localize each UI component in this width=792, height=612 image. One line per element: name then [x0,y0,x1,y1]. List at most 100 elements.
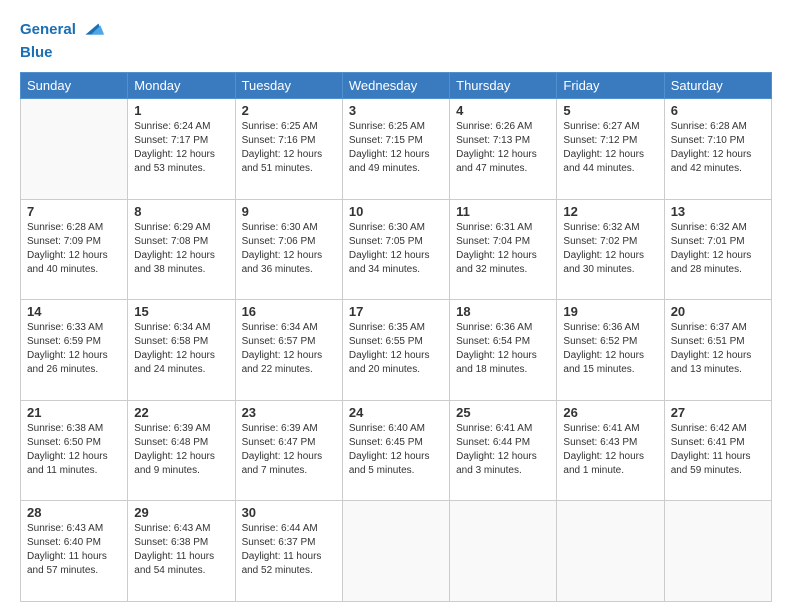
day-number: 22 [134,405,228,420]
day-info: Sunrise: 6:25 AM Sunset: 7:15 PM Dayligh… [349,120,443,176]
day-number: 25 [456,405,550,420]
day-info: Sunrise: 6:40 AM Sunset: 6:45 PM Dayligh… [349,422,443,478]
day-number: 16 [242,304,336,319]
day-number: 7 [27,204,121,219]
weekday-header-saturday: Saturday [664,73,771,99]
weekday-header-monday: Monday [128,73,235,99]
day-info: Sunrise: 6:32 AM Sunset: 7:02 PM Dayligh… [563,221,657,277]
day-number: 9 [242,204,336,219]
day-number: 18 [456,304,550,319]
calendar-cell: 22 Sunrise: 6:39 AM Sunset: 6:48 PM Dayli… [128,400,235,501]
calendar-cell: 2Sunrise: 6:25 AM Sunset: 7:16 PM Daylig… [235,99,342,200]
calendar-cell: 12 Sunrise: 6:32 AM Sunset: 7:02 PM Dayli… [557,199,664,300]
calendar-cell: 25 Sunrise: 6:41 AM Sunset: 6:44 PM Dayli… [450,400,557,501]
day-number: 6 [671,103,765,118]
day-info: Sunrise: 6:26 AM Sunset: 7:13 PM Dayligh… [456,120,550,176]
day-number: 20 [671,304,765,319]
day-number: 17 [349,304,443,319]
day-number: 23 [242,405,336,420]
day-number: 11 [456,204,550,219]
day-info: Sunrise: 6:43 AM Sunset: 6:38 PM Dayligh… [134,522,228,578]
day-info: Sunrise: 6:36 AM Sunset: 6:54 PM Dayligh… [456,321,550,377]
calendar-week-row: 28 Sunrise: 6:43 AM Sunset: 6:40 PM Dayli… [21,501,772,602]
logo-icon [78,16,106,44]
day-info: Sunrise: 6:37 AM Sunset: 6:51 PM Dayligh… [671,321,765,377]
day-number: 15 [134,304,228,319]
day-info: Sunrise: 6:33 AM Sunset: 6:59 PM Dayligh… [27,321,121,377]
weekday-header-thursday: Thursday [450,73,557,99]
calendar-cell: 19 Sunrise: 6:36 AM Sunset: 6:52 PM Dayli… [557,300,664,401]
day-info: Sunrise: 6:27 AM Sunset: 7:12 PM Dayligh… [563,120,657,176]
calendar-cell [450,501,557,602]
day-number: 5 [563,103,657,118]
calendar-cell: 15 Sunrise: 6:34 AM Sunset: 6:58 PM Dayli… [128,300,235,401]
day-number: 26 [563,405,657,420]
day-info: Sunrise: 6:28 AM Sunset: 7:09 PM Dayligh… [27,221,121,277]
calendar-cell: 21Sunrise: 6:38 AM Sunset: 6:50 PM Dayli… [21,400,128,501]
calendar-week-row: 1 Sunrise: 6:24 AM Sunset: 7:17 PM Daylig… [21,99,772,200]
calendar-cell [21,99,128,200]
calendar-cell: 3 Sunrise: 6:25 AM Sunset: 7:15 PM Daylig… [342,99,449,200]
day-info: Sunrise: 6:39 AM Sunset: 6:48 PM Dayligh… [134,422,228,478]
calendar-cell: 29 Sunrise: 6:43 AM Sunset: 6:38 PM Dayli… [128,501,235,602]
day-number: 29 [134,505,228,520]
day-info: Sunrise: 6:30 AM Sunset: 7:05 PM Dayligh… [349,221,443,277]
day-info: Sunrise: 6:30 AM Sunset: 7:06 PM Dayligh… [242,221,336,277]
day-info: Sunrise: 6:44 AM Sunset: 6:37 PM Dayligh… [242,522,336,578]
calendar-week-row: 14Sunrise: 6:33 AM Sunset: 6:59 PM Dayli… [21,300,772,401]
day-number: 24 [349,405,443,420]
calendar-cell: 26 Sunrise: 6:41 AM Sunset: 6:43 PM Dayli… [557,400,664,501]
calendar-cell: 5 Sunrise: 6:27 AM Sunset: 7:12 PM Daylig… [557,99,664,200]
calendar-cell: 9 Sunrise: 6:30 AM Sunset: 7:06 PM Daylig… [235,199,342,300]
day-number: 12 [563,204,657,219]
calendar-cell: 23 Sunrise: 6:39 AM Sunset: 6:47 PM Dayli… [235,400,342,501]
day-info: Sunrise: 6:35 AM Sunset: 6:55 PM Dayligh… [349,321,443,377]
day-info: Sunrise: 6:41 AM Sunset: 6:43 PM Dayligh… [563,422,657,478]
day-number: 28 [27,505,121,520]
page: General Blue SundayMondayTuesdayWednesda… [0,0,792,612]
day-number: 13 [671,204,765,219]
day-info: Sunrise: 6:29 AM Sunset: 7:08 PM Dayligh… [134,221,228,277]
weekday-header-friday: Friday [557,73,664,99]
day-number: 27 [671,405,765,420]
day-number: 30 [242,505,336,520]
day-info: Sunrise: 6:31 AM Sunset: 7:04 PM Dayligh… [456,221,550,277]
day-number: 19 [563,304,657,319]
day-info: Sunrise: 6:34 AM Sunset: 6:58 PM Dayligh… [134,321,228,377]
calendar-cell: 14Sunrise: 6:33 AM Sunset: 6:59 PM Dayli… [21,300,128,401]
calendar-cell [342,501,449,602]
calendar-cell: 27 Sunrise: 6:42 AM Sunset: 6:41 PM Dayli… [664,400,771,501]
day-info: Sunrise: 6:28 AM Sunset: 7:10 PM Dayligh… [671,120,765,176]
day-info: Sunrise: 6:24 AM Sunset: 7:17 PM Dayligh… [134,120,228,176]
day-info: Sunrise: 6:41 AM Sunset: 6:44 PM Dayligh… [456,422,550,478]
day-info: Sunrise: 6:38 AM Sunset: 6:50 PM Dayligh… [27,422,121,478]
calendar-cell: 11 Sunrise: 6:31 AM Sunset: 7:04 PM Dayli… [450,199,557,300]
day-info: Sunrise: 6:36 AM Sunset: 6:52 PM Dayligh… [563,321,657,377]
day-info: Sunrise: 6:43 AM Sunset: 6:40 PM Dayligh… [27,522,121,578]
day-number: 10 [349,204,443,219]
calendar-cell: 17 Sunrise: 6:35 AM Sunset: 6:55 PM Dayli… [342,300,449,401]
day-number: 1 [134,103,228,118]
logo-text2: Blue [20,44,106,62]
weekday-header-sunday: Sunday [21,73,128,99]
day-info: Sunrise: 6:25 AM Sunset: 7:16 PM Dayligh… [242,120,336,176]
calendar-cell: 1 Sunrise: 6:24 AM Sunset: 7:17 PM Daylig… [128,99,235,200]
logo: General Blue [20,16,106,62]
calendar-table: SundayMondayTuesdayWednesdayThursdayFrid… [20,72,772,602]
calendar-cell: 10 Sunrise: 6:30 AM Sunset: 7:05 PM Dayli… [342,199,449,300]
weekday-header-tuesday: Tuesday [235,73,342,99]
day-info: Sunrise: 6:32 AM Sunset: 7:01 PM Dayligh… [671,221,765,277]
day-number: 3 [349,103,443,118]
calendar-cell: 20 Sunrise: 6:37 AM Sunset: 6:51 PM Dayli… [664,300,771,401]
day-number: 4 [456,103,550,118]
calendar-week-row: 7 Sunrise: 6:28 AM Sunset: 7:09 PM Daylig… [21,199,772,300]
calendar-cell [664,501,771,602]
calendar-cell [557,501,664,602]
day-info: Sunrise: 6:42 AM Sunset: 6:41 PM Dayligh… [671,422,765,478]
day-info: Sunrise: 6:39 AM Sunset: 6:47 PM Dayligh… [242,422,336,478]
calendar-cell: 6 Sunrise: 6:28 AM Sunset: 7:10 PM Daylig… [664,99,771,200]
calendar-cell: 8Sunrise: 6:29 AM Sunset: 7:08 PM Daylig… [128,199,235,300]
day-info: Sunrise: 6:34 AM Sunset: 6:57 PM Dayligh… [242,321,336,377]
logo-text: General [20,21,76,39]
calendar-cell: 30 Sunrise: 6:44 AM Sunset: 6:37 PM Dayli… [235,501,342,602]
